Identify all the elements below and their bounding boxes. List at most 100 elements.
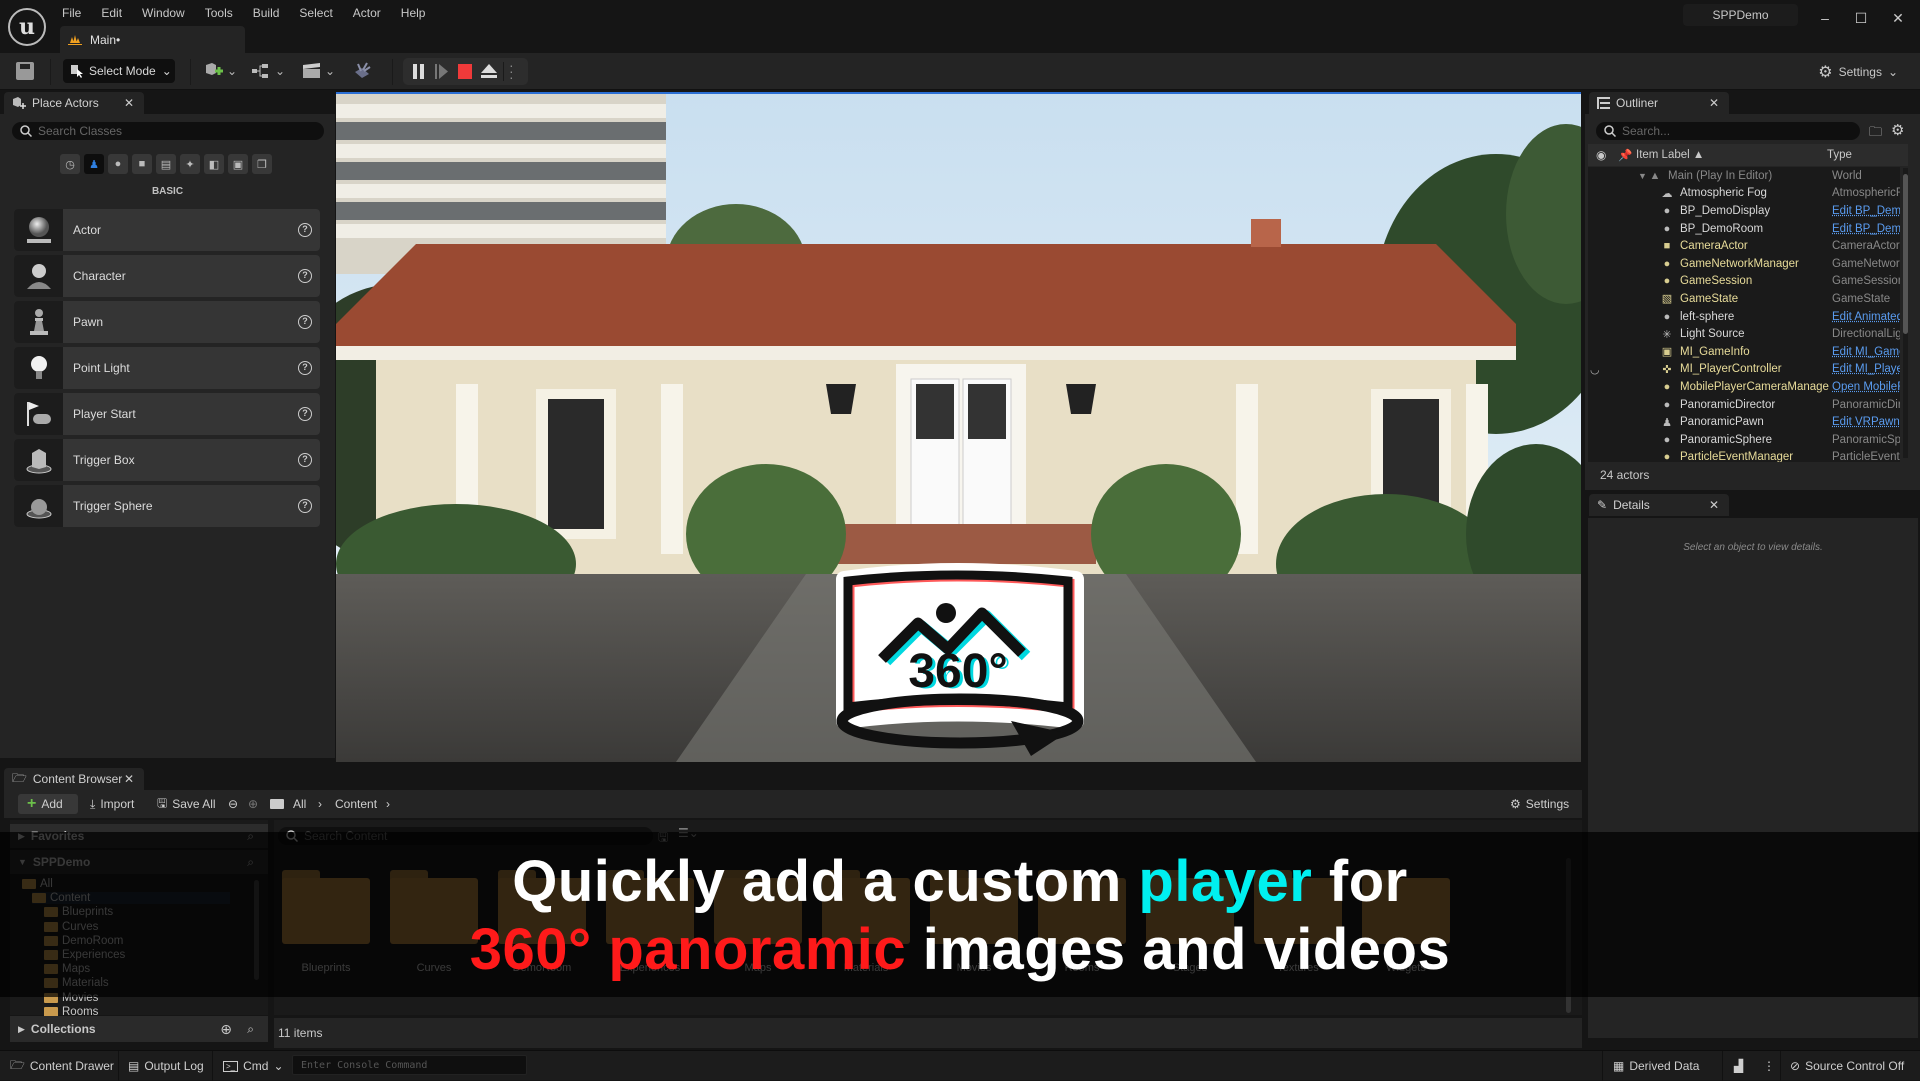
- select-mode-dropdown[interactable]: Select Mode ⌄: [63, 59, 175, 83]
- volumes-category-icon[interactable]: ▣: [228, 154, 248, 174]
- add-folder-icon[interactable]: 🗀: [1869, 123, 1882, 145]
- help-icon[interactable]: ?: [298, 361, 312, 375]
- close-tab-icon[interactable]: ✕: [1709, 96, 1719, 110]
- outliner-row[interactable]: ● BP_DemoDisplay Edit BP_Demo: [1588, 202, 1900, 220]
- content-drawer-button[interactable]: 🗁 Content Drawer: [10, 1056, 114, 1076]
- column-item-label[interactable]: Item Label ▲: [1636, 149, 1704, 161]
- basic-category-icon[interactable]: ♟: [84, 154, 104, 174]
- hidden-eye-icon[interactable]: ◡: [1590, 363, 1600, 376]
- menu-file[interactable]: File: [56, 5, 95, 21]
- more-options-icon[interactable]: ⋮: [1763, 1056, 1775, 1076]
- expand-arrow-icon[interactable]: ▼: [1638, 171, 1647, 181]
- outliner-row[interactable]: ▧ GameState GameState: [1588, 290, 1900, 308]
- help-icon[interactable]: ?: [298, 407, 312, 421]
- output-log-button[interactable]: ▤ Output Log: [128, 1056, 204, 1076]
- more-options-icon[interactable]: · · ·: [509, 58, 514, 84]
- outliner-row[interactable]: ☁ Atmospheric Fog AtmosphericF: [1588, 185, 1901, 203]
- outliner-row[interactable]: ♟ PanoramicPawn Edit VRPawn: [1588, 413, 1900, 431]
- cinematic-category-icon[interactable]: ▤: [156, 154, 176, 174]
- close-tab-icon[interactable]: ✕: [124, 96, 134, 110]
- close-tab-icon[interactable]: ✕: [1709, 498, 1719, 512]
- maximize-button[interactable]: ☐: [1846, 6, 1876, 30]
- menu-actor[interactable]: Actor: [347, 5, 395, 21]
- pin-icon[interactable]: 📌: [1618, 148, 1632, 162]
- eject-icon[interactable]: [481, 64, 497, 79]
- outliner-row[interactable]: ● PanoramicDirector PanoramicDir: [1588, 396, 1900, 414]
- trace-button[interactable]: ▟: [1734, 1056, 1743, 1076]
- actor-item-player-start[interactable]: Player Start ?: [14, 393, 320, 435]
- outliner-row-type-link[interactable]: Edit MI_Playe: [1832, 363, 1900, 375]
- outliner-search-input[interactable]: [1622, 124, 1852, 138]
- outliner-row-type-link[interactable]: Edit BP_Demo: [1832, 205, 1900, 217]
- actor-item-trigger-box[interactable]: Trigger Box ?: [14, 439, 320, 481]
- outliner-row[interactable]: ✜ MI_PlayerController Edit MI_Playe: [1588, 361, 1900, 379]
- outliner-row[interactable]: ● GameNetworkManager GameNetworkI: [1588, 255, 1900, 273]
- content-settings-button[interactable]: ⚙ Settings: [1510, 794, 1569, 814]
- level-tab-main[interactable]: Main•: [60, 26, 245, 53]
- outliner-row-type-link[interactable]: Open MobileF: [1832, 381, 1900, 393]
- add-collection-icon[interactable]: ⊕: [220, 1021, 232, 1038]
- breadcrumb-chevron-icon[interactable]: ›: [386, 794, 390, 814]
- outliner-search-field[interactable]: [1596, 122, 1860, 140]
- gear-icon[interactable]: ⚙: [1891, 121, 1904, 139]
- menu-tools[interactable]: Tools: [199, 5, 247, 21]
- forward-button[interactable]: ⊕: [248, 794, 258, 814]
- outliner-row[interactable]: ✳ Light Source DirectionalLig: [1588, 325, 1900, 343]
- add-button[interactable]: + Add: [18, 794, 78, 814]
- back-button[interactable]: ⊖: [228, 794, 238, 814]
- outliner-row[interactable]: ● MobilePlayerCameraManage Open MobileF: [1588, 378, 1900, 396]
- lights-category-icon[interactable]: ●: [108, 154, 128, 174]
- actor-item-point-light[interactable]: Point Light ?: [14, 347, 320, 389]
- outliner-scrollbar[interactable]: [1903, 168, 1908, 458]
- actor-item-trigger-sphere[interactable]: Trigger Sphere ?: [14, 485, 320, 527]
- menu-help[interactable]: Help: [395, 5, 440, 21]
- menu-build[interactable]: Build: [247, 5, 294, 21]
- search-classes-input[interactable]: [38, 124, 308, 138]
- cinematics-button[interactable]: ⌄: [302, 61, 335, 81]
- outliner-row[interactable]: ● left-sphere Edit Animated: [1588, 308, 1900, 326]
- settings-button[interactable]: ⚙ Settings ⌄: [1818, 62, 1898, 82]
- tab-place-actors[interactable]: Place Actors ✕: [4, 92, 144, 114]
- stop-button[interactable]: [458, 64, 472, 79]
- build-button[interactable]: [352, 61, 372, 81]
- source-control-button[interactable]: ⊘ Source Control Off: [1790, 1056, 1904, 1076]
- outliner-root-row[interactable]: ▼ ▲ Main (Play In Editor) World: [1588, 167, 1900, 185]
- outliner-row-type-link[interactable]: Edit VRPawn: [1832, 416, 1900, 428]
- actor-item-actor[interactable]: Actor ?: [14, 209, 320, 251]
- outliner-row[interactable]: ■ CameraActor CameraActor: [1588, 237, 1900, 255]
- outliner-row[interactable]: ● ParticleEventManager ParticleEventI: [1588, 449, 1900, 462]
- column-type[interactable]: Type: [1827, 149, 1852, 161]
- tab-content-browser[interactable]: 🗁 Content Browser ✕: [4, 768, 144, 790]
- outliner-row-type-link[interactable]: Edit MI_Game: [1832, 346, 1900, 358]
- search-classes-field[interactable]: [12, 122, 324, 140]
- geometry-category-icon[interactable]: ◧: [204, 154, 224, 174]
- visibility-eye-icon[interactable]: ◉: [1596, 148, 1606, 162]
- breadcrumb-content[interactable]: Content: [335, 794, 377, 814]
- outliner-row[interactable]: ● BP_DemoRoom Edit BP_Demo: [1588, 220, 1900, 238]
- menu-select[interactable]: Select: [293, 5, 346, 21]
- menu-edit[interactable]: Edit: [95, 5, 136, 21]
- breadcrumb-all[interactable]: All: [293, 794, 306, 814]
- actor-item-pawn[interactable]: Pawn ?: [14, 301, 320, 343]
- actor-item-character[interactable]: Character ?: [14, 255, 320, 297]
- menu-window[interactable]: Window: [136, 5, 199, 21]
- close-window-button[interactable]: ✕: [1883, 6, 1913, 30]
- import-button[interactable]: ⤓ Import: [90, 794, 134, 814]
- search-icon[interactable]: ⌕: [247, 1022, 254, 1037]
- level-viewport[interactable]: 360° 360°: [336, 92, 1581, 762]
- console-command-input[interactable]: [292, 1055, 527, 1075]
- pause-icon[interactable]: [412, 64, 426, 79]
- step-forward-icon[interactable]: [435, 64, 449, 79]
- tab-details[interactable]: ✎ Details ✕: [1589, 494, 1729, 516]
- help-icon[interactable]: ?: [298, 315, 312, 329]
- tab-outliner[interactable]: Outliner ✕: [1589, 92, 1729, 114]
- help-icon[interactable]: ?: [298, 269, 312, 283]
- derived-data-button[interactable]: ▦ Derived Data: [1613, 1056, 1699, 1076]
- recent-category-icon[interactable]: ◷: [60, 154, 80, 174]
- collections-section[interactable]: ▶ Collections ⊕ ⌕: [10, 1016, 268, 1042]
- add-actor-button[interactable]: ⌄: [204, 61, 237, 81]
- close-tab-icon[interactable]: ✕: [124, 772, 134, 786]
- outliner-row-type-link[interactable]: Edit Animated: [1832, 311, 1900, 323]
- save-icon[interactable]: [16, 62, 34, 80]
- all-classes-category-icon[interactable]: ❐: [252, 154, 272, 174]
